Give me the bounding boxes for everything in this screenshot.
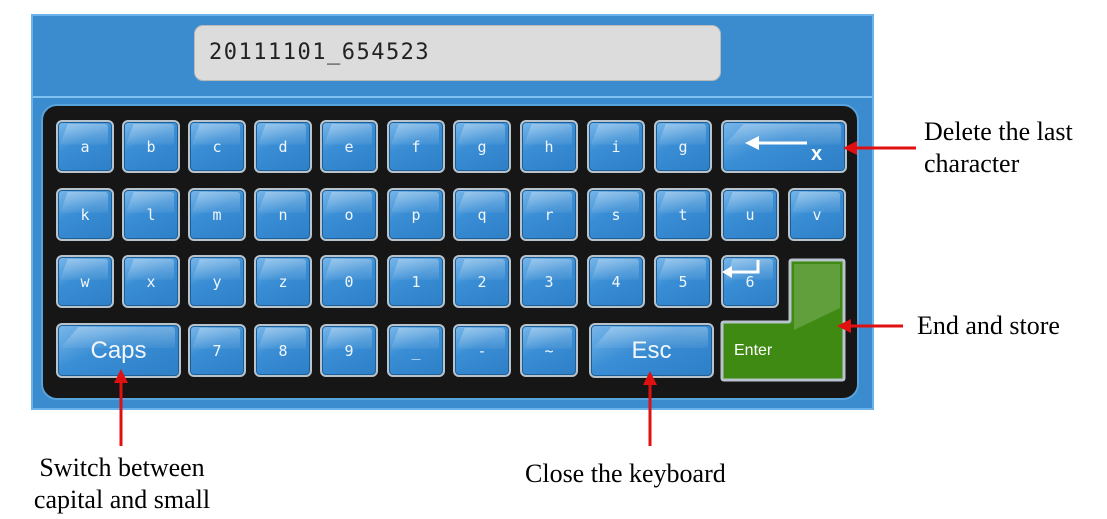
annotation-arrows (114, 141, 916, 446)
caps-annotation-line1: Switch between (39, 453, 205, 482)
caps-annotation-line2: capital and small (33, 485, 211, 514)
delete-annotation: Delete the last character (924, 116, 1073, 180)
delete-annotation-line2: character (924, 149, 1020, 178)
esc-annotation: Close the keyboard (525, 459, 726, 488)
caps-annotation: Switch between capital and small (4, 452, 240, 516)
delete-annotation-line1: Delete the last (924, 117, 1073, 146)
enter-annotation: End and store (917, 311, 1060, 340)
